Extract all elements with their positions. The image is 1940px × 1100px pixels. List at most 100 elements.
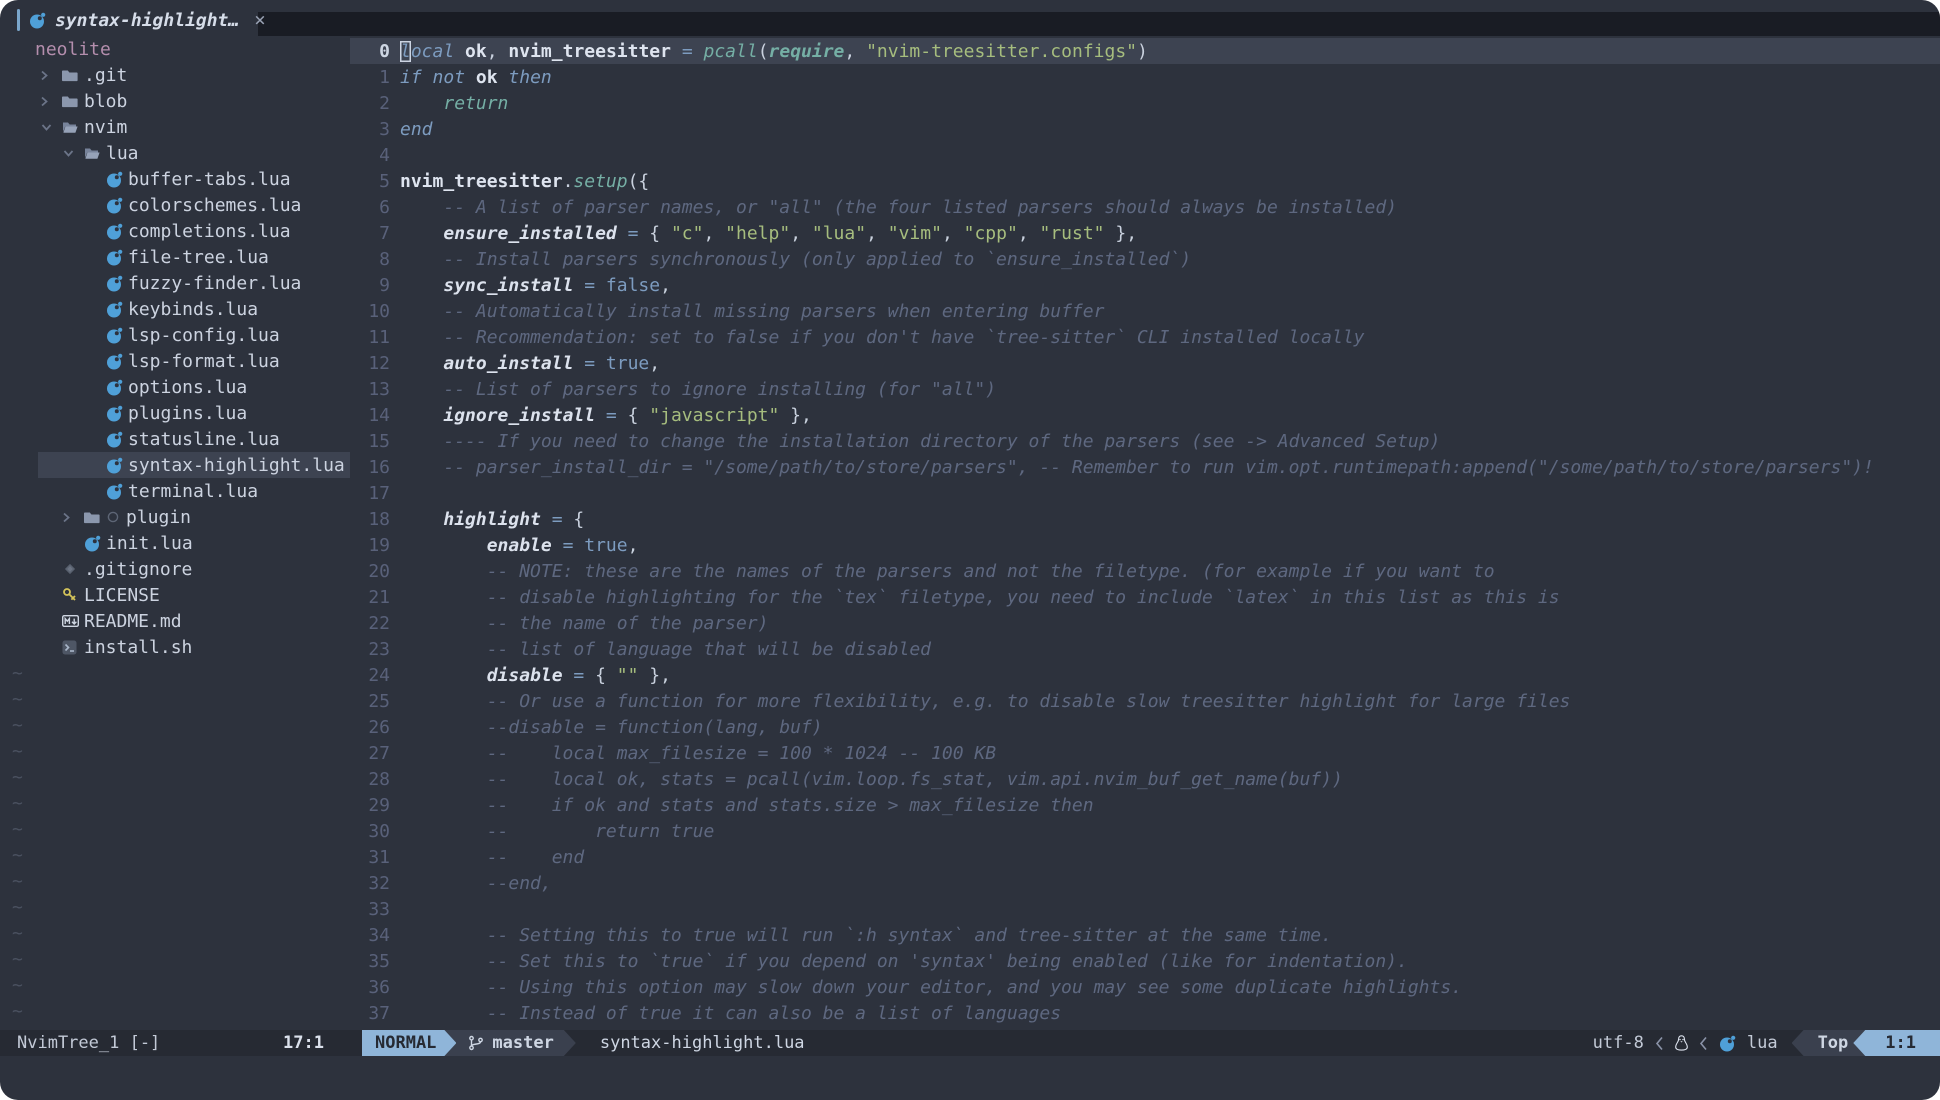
line-number: 23 bbox=[350, 639, 390, 660]
code-line-2[interactable]: 2 return bbox=[350, 90, 1940, 116]
code-text: -- list of language that will be disable… bbox=[400, 639, 931, 660]
code-text: -- Recommendation: set to false if you d… bbox=[400, 327, 1365, 348]
lua-icon bbox=[29, 12, 46, 29]
code-line-37[interactable]: 37 -- Instead of true it can also be a l… bbox=[350, 1000, 1940, 1026]
code-line-25[interactable]: 25 -- Or use a function for more flexibi… bbox=[350, 688, 1940, 714]
lua-icon bbox=[106, 275, 128, 292]
code-line-8[interactable]: 8 -- Install parsers synchronously (only… bbox=[350, 246, 1940, 272]
code-line-31[interactable]: 31 -- end bbox=[350, 844, 1940, 870]
statusline-filename: syntax-highlight.lua bbox=[600, 1030, 805, 1056]
chevron-right-icon[interactable] bbox=[62, 511, 84, 524]
code-line-35[interactable]: 35 -- Set this to `true` if you depend o… bbox=[350, 948, 1940, 974]
chevron-right-icon[interactable] bbox=[40, 95, 62, 108]
line-number: 6 bbox=[350, 197, 390, 218]
code-line-5[interactable]: 5nvim_treesitter.setup({ bbox=[350, 168, 1940, 194]
tree-item-lsp-config.lua[interactable]: lsp-config.lua bbox=[0, 322, 350, 348]
chevron-down-icon[interactable] bbox=[40, 123, 62, 132]
code-line-3[interactable]: 3end bbox=[350, 116, 1940, 142]
code-text: -- Set this to `true` if you depend on '… bbox=[400, 951, 1408, 972]
tab-syntax-highlight[interactable]: syntax-highlight… × bbox=[10, 4, 276, 36]
tree-item-colorschemes.lua[interactable]: colorschemes.lua bbox=[0, 192, 350, 218]
code-line-15[interactable]: 15 ---- If you need to change the instal… bbox=[350, 428, 1940, 454]
tree-item-file-tree.lua[interactable]: file-tree.lua bbox=[0, 244, 350, 270]
code-line-28[interactable]: 28 -- local ok, stats = pcall(vim.loop.f… bbox=[350, 766, 1940, 792]
code-line-27[interactable]: 27 -- local max_filesize = 100 * 1024 --… bbox=[350, 740, 1940, 766]
tree-item-syntax-highlight.lua[interactable]: syntax-highlight.lua bbox=[0, 452, 350, 478]
code-line-33[interactable]: 33 bbox=[350, 896, 1940, 922]
close-icon[interactable]: × bbox=[254, 11, 265, 30]
code-line-12[interactable]: 12 auto_install = true, bbox=[350, 350, 1940, 376]
tree-item-plugin[interactable]: plugin bbox=[0, 504, 350, 530]
code-line-9[interactable]: 9 sync_install = false, bbox=[350, 272, 1940, 298]
line-number: 32 bbox=[350, 873, 390, 894]
tree-item-nvim[interactable]: nvim bbox=[0, 114, 350, 140]
tree-item-lua[interactable]: lua bbox=[0, 140, 350, 166]
code-line-24[interactable]: 24 disable = { "" }, bbox=[350, 662, 1940, 688]
code-line-14[interactable]: 14 ignore_install = { "javascript" }, bbox=[350, 402, 1940, 428]
tree-item-.git[interactable]: .git bbox=[0, 62, 350, 88]
git-branch-icon bbox=[468, 1035, 484, 1051]
code-line-29[interactable]: 29 -- if ok and stats and stats.size > m… bbox=[350, 792, 1940, 818]
line-number: 24 bbox=[350, 665, 390, 686]
tree-item-label: .git bbox=[84, 65, 127, 86]
code-line-0[interactable]: 0local ok, nvim_treesitter = pcall(requi… bbox=[350, 38, 1940, 64]
tree-item-label: nvim bbox=[84, 117, 127, 138]
code-line-36[interactable]: 36 -- Using this option may slow down yo… bbox=[350, 974, 1940, 1000]
code-line-21[interactable]: 21 -- disable highlighting for the `tex`… bbox=[350, 584, 1940, 610]
code-line-26[interactable]: 26 --disable = function(lang, buf) bbox=[350, 714, 1940, 740]
tree-item-completions.lua[interactable]: completions.lua bbox=[0, 218, 350, 244]
tree-item-terminal.lua[interactable]: terminal.lua bbox=[0, 478, 350, 504]
git-branch-segment[interactable]: master bbox=[444, 1030, 575, 1056]
code-line-13[interactable]: 13 -- List of parsers to ignore installi… bbox=[350, 376, 1940, 402]
tree-item-label: lua bbox=[106, 143, 139, 164]
tree-item-lsp-format.lua[interactable]: lsp-format.lua bbox=[0, 348, 350, 374]
chevron-right-icon[interactable] bbox=[40, 69, 62, 82]
code-line-23[interactable]: 23 -- list of language that will be disa… bbox=[350, 636, 1940, 662]
code-line-34[interactable]: 34 -- Setting this to true will run `:h … bbox=[350, 922, 1940, 948]
tree-item-install.sh[interactable]: install.sh bbox=[0, 634, 350, 660]
line-number: 13 bbox=[350, 379, 390, 400]
lua-icon bbox=[106, 483, 128, 500]
tree-item-options.lua[interactable]: options.lua bbox=[0, 374, 350, 400]
code-line-30[interactable]: 30 -- return true bbox=[350, 818, 1940, 844]
tree-item-label: keybinds.lua bbox=[128, 299, 258, 320]
tree-item-README.md[interactable]: README.md bbox=[0, 608, 350, 634]
code-line-10[interactable]: 10 -- Automatically install missing pars… bbox=[350, 298, 1940, 324]
code-line-1[interactable]: 1if not ok then bbox=[350, 64, 1940, 90]
code-line-4[interactable]: 4 bbox=[350, 142, 1940, 168]
tree-item-statusline.lua[interactable]: statusline.lua bbox=[0, 426, 350, 452]
tree-item-keybinds.lua[interactable]: keybinds.lua bbox=[0, 296, 350, 322]
code-line-22[interactable]: 22 -- the name of the parser) bbox=[350, 610, 1940, 636]
code-line-32[interactable]: 32 --end, bbox=[350, 870, 1940, 896]
active-tab-indicator bbox=[17, 9, 20, 31]
nvimtree-cursor-position: 17:1 bbox=[283, 1033, 324, 1053]
empty-line-tilde: ~ bbox=[0, 920, 350, 946]
code-line-18[interactable]: 18 highlight = { bbox=[350, 506, 1940, 532]
tree-item-label: syntax-highlight.lua bbox=[128, 455, 345, 476]
tree-item-.gitignore[interactable]: .gitignore bbox=[0, 556, 350, 582]
code-text: -- Setting this to true will run `:h syn… bbox=[400, 925, 1332, 946]
line-number: 25 bbox=[350, 691, 390, 712]
chevron-down-icon[interactable] bbox=[62, 149, 84, 158]
tree-item-init.lua[interactable]: init.lua bbox=[0, 530, 350, 556]
code-text: -- Automatically install missing parsers… bbox=[400, 301, 1104, 322]
code-text: -- parser_install_dir = "/some/path/to/s… bbox=[400, 457, 1874, 478]
tabline-fill bbox=[258, 12, 1940, 36]
editor-buffer: 0local ok, nvim_treesitter = pcall(requi… bbox=[350, 38, 1940, 1026]
code-line-6[interactable]: 6 -- A list of parser names, or "all" (t… bbox=[350, 194, 1940, 220]
code-line-16[interactable]: 16 -- parser_install_dir = "/some/path/t… bbox=[350, 454, 1940, 480]
code-line-19[interactable]: 19 enable = true, bbox=[350, 532, 1940, 558]
line-number: 33 bbox=[350, 899, 390, 920]
code-line-20[interactable]: 20 -- NOTE: these are the names of the p… bbox=[350, 558, 1940, 584]
tree-item-fuzzy-finder.lua[interactable]: fuzzy-finder.lua bbox=[0, 270, 350, 296]
code-line-17[interactable]: 17 bbox=[350, 480, 1940, 506]
code-text: -- List of parsers to ignore installing … bbox=[400, 379, 996, 400]
code-line-7[interactable]: 7 ensure_installed = { "c", "help", "lua… bbox=[350, 220, 1940, 246]
tree-root-item[interactable]: neolite bbox=[0, 36, 350, 62]
code-text: disable = { "" }, bbox=[400, 665, 671, 686]
code-line-11[interactable]: 11 -- Recommendation: set to false if yo… bbox=[350, 324, 1940, 350]
tree-item-plugins.lua[interactable]: plugins.lua bbox=[0, 400, 350, 426]
tree-item-blob[interactable]: blob bbox=[0, 88, 350, 114]
tree-item-LICENSE[interactable]: LICENSE bbox=[0, 582, 350, 608]
tree-item-buffer-tabs.lua[interactable]: buffer-tabs.lua bbox=[0, 166, 350, 192]
